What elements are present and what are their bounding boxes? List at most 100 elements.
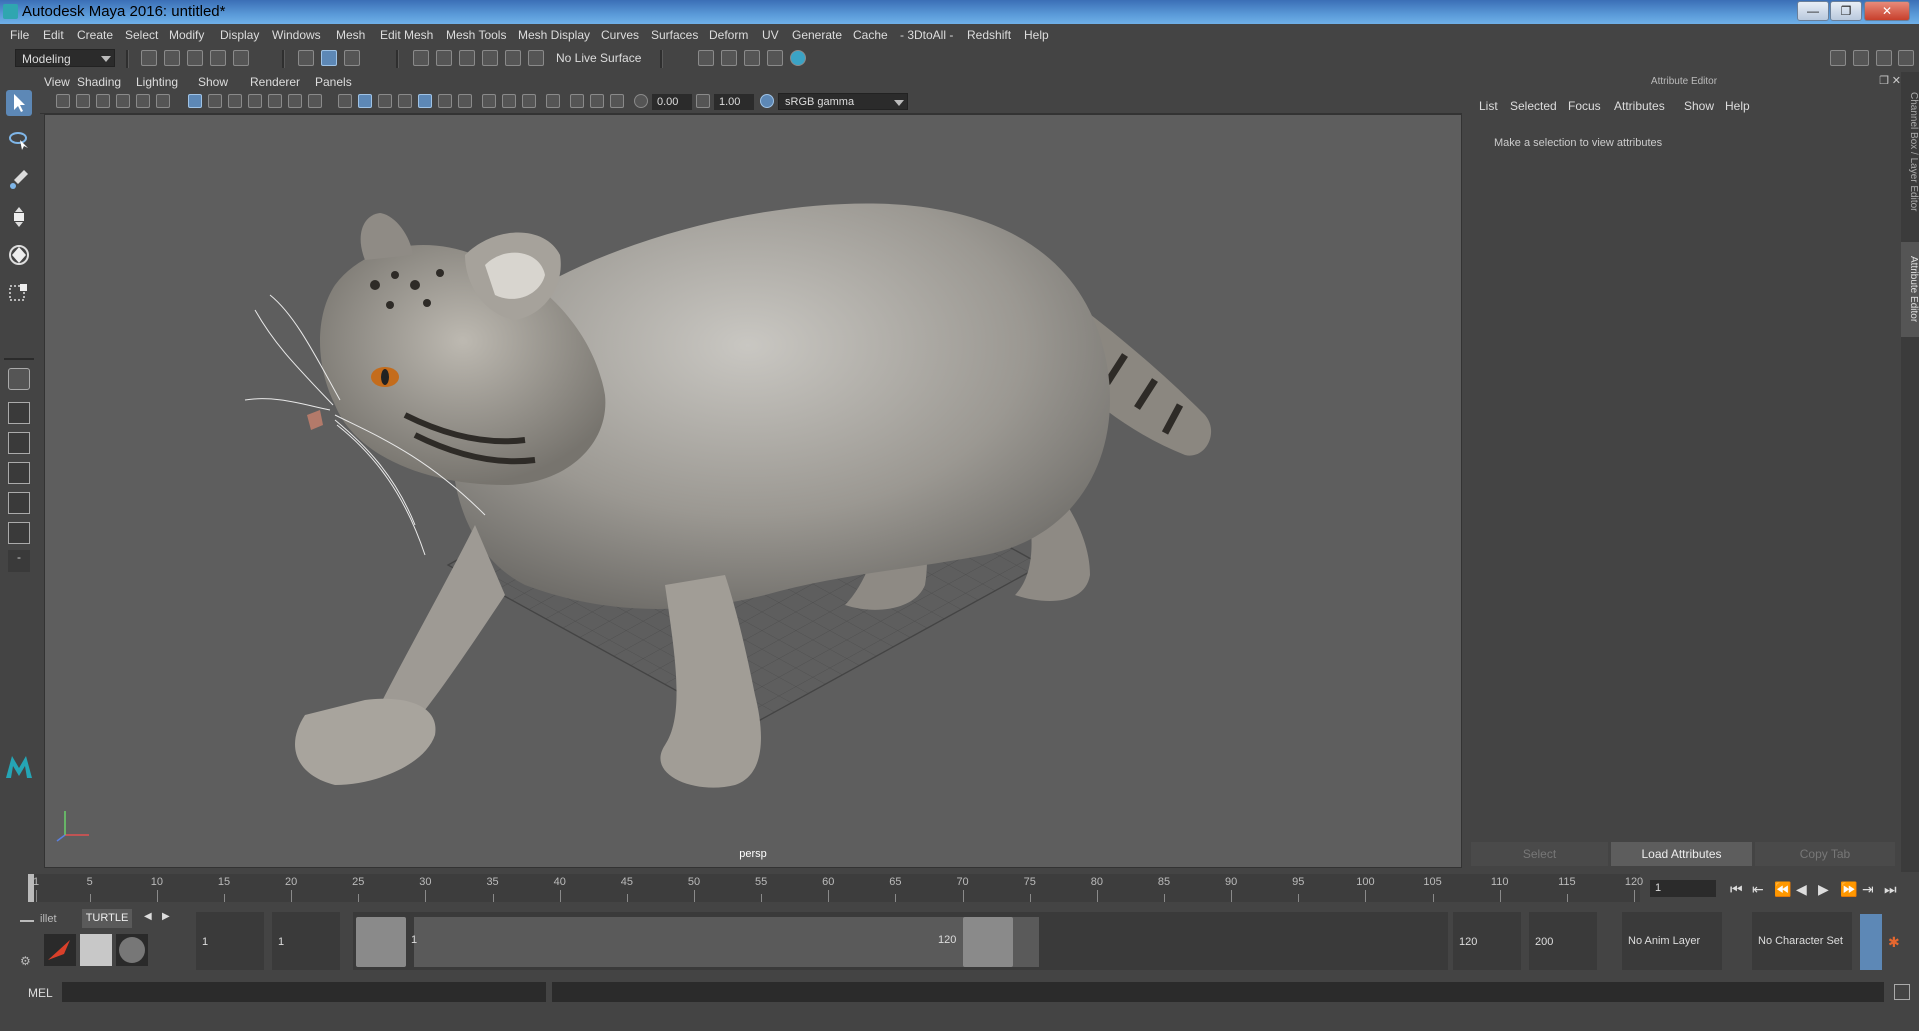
range-end-handle[interactable] [963, 917, 1013, 967]
bookmark-icon[interactable] [96, 94, 110, 108]
menu-surfaces[interactable]: Surfaces [651, 28, 698, 42]
single-perspective-layout-icon[interactable] [8, 368, 30, 390]
motion-blur-icon[interactable] [502, 94, 516, 108]
anti-aliasing-icon[interactable] [522, 94, 536, 108]
turtle-render-icon[interactable] [44, 934, 76, 966]
vp-menu-renderer[interactable]: Renderer [250, 75, 300, 89]
current-frame-field[interactable]: 1 [1650, 880, 1716, 897]
select-object-icon[interactable] [321, 50, 337, 66]
tool-settings-icon[interactable] [1876, 50, 1892, 66]
safe-action-icon[interactable] [288, 94, 302, 108]
close-panel-icon[interactable]: ✕ [1892, 74, 1901, 87]
render-view-icon[interactable] [721, 50, 737, 66]
range-slider[interactable]: 1 120 [353, 912, 1448, 970]
wireframe-icon[interactable] [338, 94, 352, 108]
undo-icon[interactable] [210, 50, 226, 66]
auto-keyframe-icon[interactable] [1860, 914, 1882, 970]
animation-start-field[interactable]: 1 [196, 912, 264, 970]
attribute-editor-toggle-icon[interactable] [1853, 50, 1869, 66]
current-time-marker[interactable] [28, 874, 34, 902]
playback-start-field[interactable]: 1 [272, 912, 340, 970]
more-layouts-icon[interactable]: - [8, 550, 30, 572]
film-gate-icon[interactable] [208, 94, 222, 108]
menu-mesh-tools[interactable]: Mesh Tools [446, 28, 506, 42]
persp-graph-outliner-layout-icon[interactable] [8, 492, 30, 514]
play-backwards-icon[interactable]: ◀ [1796, 881, 1807, 898]
select-component-icon[interactable] [344, 50, 360, 66]
go-to-end-icon[interactable]: ⏭ [1884, 881, 1897, 898]
xray-icon[interactable] [570, 94, 584, 108]
shelf-settings-icon[interactable]: ⚙ [20, 954, 31, 968]
shelf-tab-turtle[interactable]: TURTLE [82, 909, 132, 928]
rotate-tool[interactable] [6, 242, 32, 268]
animation-preferences-icon[interactable]: ✱ [1888, 934, 1900, 951]
paint-select-tool[interactable] [6, 166, 32, 192]
image-plane-icon[interactable] [116, 94, 130, 108]
gamma-field[interactable]: 1.00 [714, 94, 754, 110]
camera-attributes-icon[interactable] [76, 94, 90, 108]
snap-view-plane-icon[interactable] [482, 50, 498, 66]
save-scene-icon[interactable] [187, 50, 203, 66]
time-slider-track[interactable]: 1 5 10 15 20 25 30 35 40 45 50 55 60 65 70 75 80 85 90 95 10… [30, 874, 1643, 902]
menu-cache[interactable]: Cache [853, 28, 888, 42]
vp-menu-view[interactable]: View [44, 75, 70, 89]
ipr-render-icon[interactable] [767, 50, 783, 66]
menu-curves[interactable]: Curves [601, 28, 639, 42]
menuset-dropdown[interactable]: Modeling [15, 49, 115, 67]
snap-grid-icon[interactable] [413, 50, 429, 66]
camera-icon[interactable] [56, 94, 70, 108]
persp-outliner-layout-icon[interactable] [8, 432, 30, 454]
menu-modify[interactable]: Modify [169, 28, 204, 42]
use-all-lights-icon[interactable] [438, 94, 452, 108]
float-panel-icon[interactable]: ❐ [1879, 74, 1889, 87]
menu-display[interactable]: Display [220, 28, 259, 42]
snap-point-icon[interactable] [459, 50, 475, 66]
attr-menu-selected[interactable]: Selected [1510, 99, 1557, 113]
scale-tool[interactable] [6, 280, 32, 306]
shadows-icon[interactable] [458, 94, 472, 108]
textured-icon[interactable] [418, 94, 432, 108]
menu-3dtoall[interactable]: - 3DtoAll - [900, 28, 953, 42]
wireframe-on-shaded-icon[interactable] [398, 94, 412, 108]
copy-tab-button[interactable]: Copy Tab [1755, 842, 1895, 866]
ambient-occlusion-icon[interactable] [482, 94, 496, 108]
collapse-shelf-icon[interactable] [20, 920, 34, 922]
menu-generate[interactable]: Generate [792, 28, 842, 42]
range-start-handle[interactable] [356, 917, 406, 967]
step-back-frame-icon[interactable]: ⇤ [1752, 881, 1764, 898]
menu-redshift[interactable]: Redshift [967, 28, 1011, 42]
attr-menu-list[interactable]: List [1479, 99, 1498, 113]
menu-windows[interactable]: Windows [272, 28, 321, 42]
maximize-button[interactable]: ❐ [1830, 1, 1862, 21]
open-scene-icon[interactable] [164, 50, 180, 66]
color-management-icon[interactable] [760, 94, 774, 108]
menu-edit-mesh[interactable]: Edit Mesh [380, 28, 433, 42]
persp-graph-layout-icon[interactable] [8, 462, 30, 484]
menu-mesh[interactable]: Mesh [336, 28, 365, 42]
attr-menu-show[interactable]: Show [1684, 99, 1714, 113]
render-settings-icon[interactable] [698, 50, 714, 66]
snap-curve-icon[interactable] [436, 50, 452, 66]
channel-box-tab[interactable]: Channel Box / Layer Editor [1901, 82, 1919, 222]
lasso-tool[interactable] [6, 128, 32, 154]
attribute-editor-tab[interactable]: Attribute Editor [1901, 242, 1919, 337]
playback-end-field[interactable]: 120 [1453, 912, 1521, 970]
menu-file[interactable]: File [10, 28, 29, 42]
exposure-field[interactable]: 0.00 [652, 94, 692, 110]
grease-pencil-icon[interactable] [156, 94, 170, 108]
custom-layout-icon[interactable] [8, 522, 30, 544]
character-set-dropdown[interactable]: No Character Set [1752, 912, 1852, 970]
menu-create[interactable]: Create [77, 28, 113, 42]
play-forwards-icon[interactable]: ▶ [1818, 881, 1829, 898]
safe-title-icon[interactable] [308, 94, 322, 108]
exposure-icon[interactable] [634, 94, 648, 108]
command-language-label[interactable]: MEL [28, 986, 53, 1000]
attr-menu-focus[interactable]: Focus [1568, 99, 1601, 113]
animation-end-field[interactable]: 200 [1529, 912, 1597, 970]
script-editor-icon[interactable] [1894, 984, 1910, 1000]
perspective-viewport[interactable]: persp [44, 114, 1462, 868]
time-slider[interactable]: 1 5 10 15 20 25 30 35 40 45 50 55 60 65 70 75 80 85 90 95 10… [0, 872, 1919, 905]
four-view-layout-icon[interactable] [8, 402, 30, 424]
color-space-dropdown[interactable]: sRGB gamma [778, 93, 908, 110]
menu-deform[interactable]: Deform [709, 28, 748, 42]
